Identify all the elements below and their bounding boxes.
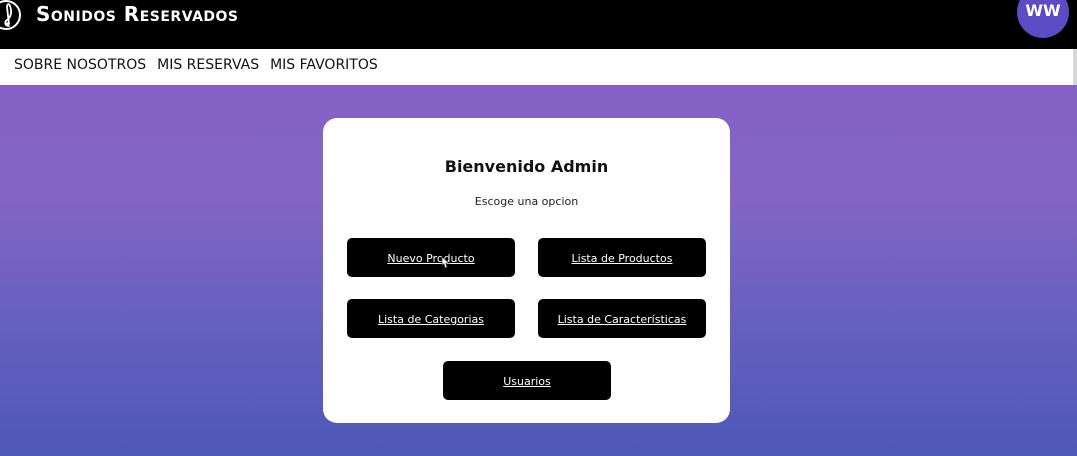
top-header: Sonidos Reservados WW (0, 0, 1077, 49)
card-subtitle: Escoge una opcion (474, 195, 579, 208)
nav-menu: SOBRE NOSOTROS MIS RESERVAS MIS FAVORITO… (14, 55, 378, 75)
category-list-button[interactable]: Lista de Categorias (347, 299, 515, 338)
mouse-pointer-icon (441, 256, 450, 269)
product-list-button[interactable]: Lista de Productos (538, 238, 706, 277)
card-title: Bienvenido Admin (444, 157, 609, 176)
scrollbar[interactable] (1073, 49, 1077, 89)
admin-page: Sonidos Reservados WW SOBRE NOSOTROS MIS… (0, 0, 1077, 456)
features-list-button[interactable]: Lista de Características (538, 299, 706, 338)
logo[interactable] (0, 0, 30, 30)
nav-item-sobre-nosotros[interactable]: SOBRE NOSOTROS (14, 55, 146, 75)
user-avatar[interactable]: WW (1017, 0, 1069, 38)
treble-clef-icon (0, 0, 21, 30)
admin-menu-card: Bienvenido Admin Escoge una opcion Nuevo… (323, 118, 730, 423)
new-product-button[interactable]: Nuevo Producto (347, 238, 515, 277)
nav-bar: SOBRE NOSOTROS MIS RESERVAS MIS FAVORITO… (0, 49, 1077, 85)
users-button[interactable]: Usuarios (443, 361, 611, 400)
main-content: Bienvenido Admin Escoge una opcion Nuevo… (0, 85, 1077, 456)
nav-item-mis-favoritos[interactable]: MIS FAVORITOS (270, 55, 378, 75)
brand-name[interactable]: Sonidos Reservados (36, 1, 239, 27)
nav-item-mis-reservas[interactable]: MIS RESERVAS (157, 55, 259, 75)
